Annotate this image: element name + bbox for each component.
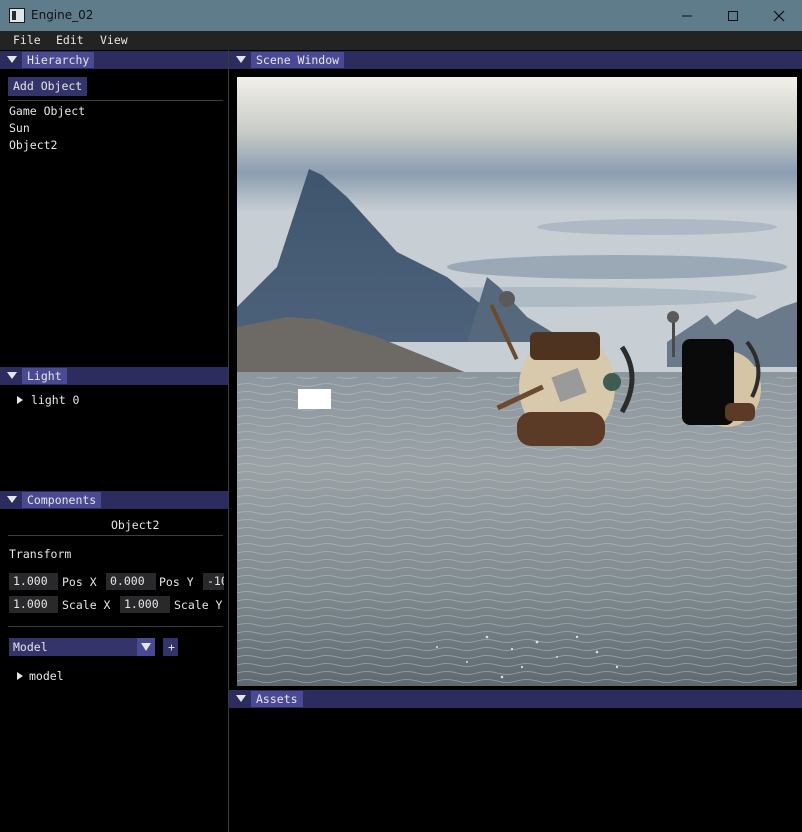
scale-x-field[interactable]: 1.000 <box>120 596 170 613</box>
scale-value-1[interactable]: 1.000 <box>9 596 58 613</box>
collapse-arrow-icon[interactable] <box>7 56 17 63</box>
hierarchy-header[interactable]: Hierarchy <box>0 51 228 69</box>
scale-x-label: Scale X <box>62 598 111 612</box>
pos-y-field[interactable]: -10 <box>203 573 224 590</box>
menu-file[interactable]: File <box>13 33 41 47</box>
title-bar: Engine_02 <box>0 0 802 31</box>
scale-y-label: Scale Y <box>174 598 223 612</box>
divider <box>8 626 223 627</box>
divider <box>8 535 223 536</box>
menu-view[interactable]: View <box>100 33 128 47</box>
window-title: Engine_02 <box>31 8 94 22</box>
hierarchy-item-game-object[interactable]: Game Object <box>9 104 85 118</box>
scene-window-header[interactable]: Scene Window <box>229 51 802 69</box>
model-tree-item[interactable]: model <box>29 669 64 683</box>
scene-viewport[interactable] <box>237 77 797 686</box>
pos-x-field[interactable]: 0.000 <box>106 573 156 590</box>
components-panel: Components Object2 Transform 1.000 Pos X… <box>0 490 228 832</box>
light-panel: Light light 0 <box>0 366 228 490</box>
close-icon <box>773 10 785 21</box>
light-tab[interactable]: Light <box>22 368 67 384</box>
collapse-arrow-icon[interactable] <box>236 56 246 63</box>
minimize-icon <box>682 15 692 16</box>
dropdown-arrow-icon[interactable] <box>137 638 155 656</box>
model-select[interactable]: Model <box>9 638 155 656</box>
hierarchy-tab[interactable]: Hierarchy <box>22 52 95 68</box>
component-object-name: Object2 <box>111 518 160 532</box>
maximize-icon <box>728 10 738 21</box>
pos-y-label: Pos Y <box>159 575 194 589</box>
light-header[interactable]: Light <box>0 367 228 385</box>
pos-x-label: Pos X <box>62 575 97 589</box>
minimize-button[interactable] <box>664 0 710 31</box>
collapse-arrow-icon[interactable] <box>7 372 17 379</box>
scene-window-tab[interactable]: Scene Window <box>251 52 345 68</box>
light-item[interactable]: light 0 <box>31 393 79 407</box>
hierarchy-item-object2[interactable]: Object2 <box>9 138 57 152</box>
add-object-button[interactable]: Add Object <box>8 77 88 96</box>
transform-label: Transform <box>9 547 72 561</box>
components-header[interactable]: Components <box>0 491 228 509</box>
scene-render <box>237 77 797 686</box>
components-tab[interactable]: Components <box>22 492 102 508</box>
window-app-icon <box>9 8 25 23</box>
tree-expand-icon[interactable] <box>17 396 23 404</box>
menu-edit[interactable]: Edit <box>56 33 84 47</box>
assets-panel: Assets <box>229 690 802 832</box>
assets-header[interactable]: Assets <box>229 690 802 708</box>
menu-bar: File Edit View <box>0 31 802 50</box>
maximize-button[interactable] <box>710 0 756 31</box>
add-component-button[interactable]: + <box>163 638 178 656</box>
pos-value-1[interactable]: 1.000 <box>9 573 58 590</box>
hierarchy-panel: Hierarchy Add Object Game Object Sun Obj… <box>0 50 228 366</box>
divider <box>8 100 223 101</box>
collapse-arrow-icon[interactable] <box>7 496 17 503</box>
tree-expand-icon[interactable] <box>17 672 23 680</box>
hierarchy-item-sun[interactable]: Sun <box>9 121 30 135</box>
close-button[interactable] <box>756 0 802 31</box>
model-select-value: Model <box>13 640 48 654</box>
collapse-arrow-icon[interactable] <box>236 695 246 702</box>
assets-tab[interactable]: Assets <box>251 691 303 707</box>
